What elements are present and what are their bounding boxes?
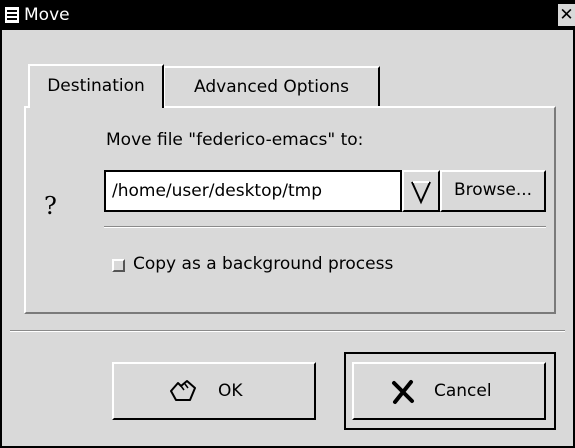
dropdown-arrow-icon — [411, 181, 431, 205]
title-bar[interactable] — [0, 0, 575, 30]
window-menu-icon[interactable] — [4, 6, 20, 24]
browse-button[interactable]: Browse... — [440, 170, 546, 212]
window-title: Move — [24, 5, 70, 25]
button-separator — [10, 330, 565, 332]
ok-label: OK — [218, 381, 243, 401]
path-dropdown-button[interactable] — [402, 170, 440, 212]
tab-advanced-options[interactable]: Advanced Options — [164, 66, 380, 106]
background-process-checkbox[interactable] — [112, 259, 125, 272]
hand-ok-icon — [170, 380, 196, 401]
ok-button[interactable]: OK — [112, 362, 316, 420]
move-prompt-label: Move file "federico-emacs" to: — [106, 130, 364, 150]
close-icon[interactable]: ✕ — [558, 4, 575, 26]
x-cancel-icon — [392, 380, 414, 404]
cancel-button[interactable]: Cancel — [352, 362, 546, 420]
separator — [104, 226, 546, 228]
tab-destination[interactable]: Destination — [28, 64, 164, 108]
cancel-label: Cancel — [434, 381, 492, 401]
destination-path-input[interactable] — [104, 170, 402, 212]
question-icon: ? — [44, 192, 57, 220]
background-process-label[interactable]: Copy as a background process — [133, 254, 393, 274]
